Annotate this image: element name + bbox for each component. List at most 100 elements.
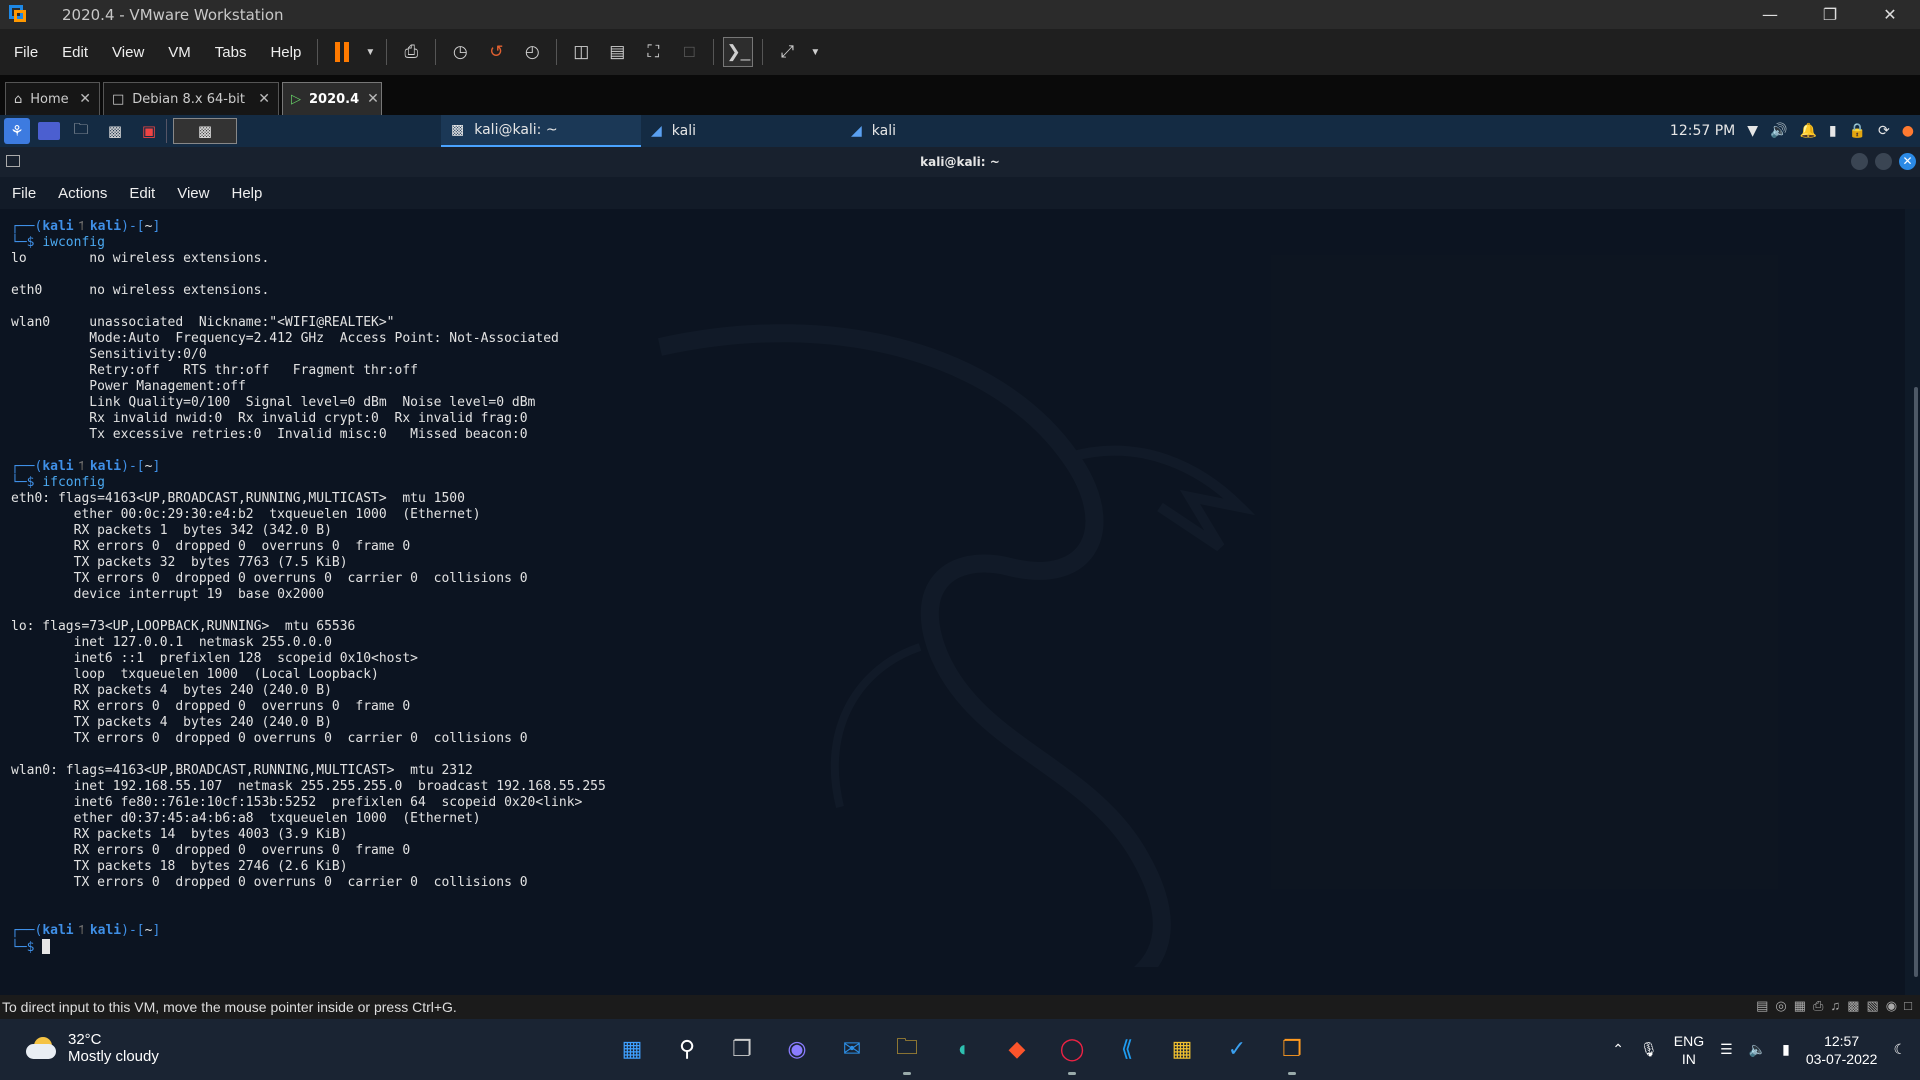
stretch-guest-icon[interactable]: ⤢ [772, 37, 802, 67]
tab-debian[interactable]: □ Debian 8.x 64-bit ✕ [103, 82, 279, 115]
lock-icon[interactable]: 🔒 [1849, 123, 1866, 139]
workspace-1[interactable]: ▩ [173, 118, 237, 144]
menu-file[interactable]: File [0, 44, 48, 61]
browser-launcher-icon[interactable]: ▣ [136, 118, 162, 144]
menu-edit[interactable]: Edit [48, 44, 98, 61]
close-tab-icon[interactable]: ✕ [79, 91, 91, 107]
console-view-icon[interactable]: ❯_ [723, 37, 754, 67]
tab-2020-4[interactable]: ▷ 2020.4 ✕ [282, 82, 382, 115]
input-language[interactable]: ENG IN [1674, 1032, 1704, 1068]
store-icon[interactable]: ▦ [1162, 1029, 1202, 1069]
menu-view[interactable]: View [98, 44, 154, 61]
kali-menu-icon[interactable]: ⚘ [4, 118, 30, 144]
file-manager-icon[interactable]: 🗀 [68, 118, 94, 144]
file-explorer-icon[interactable]: 🗀 [887, 1029, 927, 1075]
prompt-user: kali [42, 219, 74, 234]
cd-dvd-icon[interactable]: ◎ [1775, 998, 1786, 1014]
usb-device-icon[interactable]: ▩ [1847, 998, 1859, 1014]
terminal-cursor [42, 939, 51, 954]
logout-icon[interactable]: ⟳ [1878, 123, 1890, 139]
terminal-menu-file[interactable]: File [0, 185, 46, 202]
terminal-maximize-button[interactable] [1875, 153, 1892, 170]
network-icon[interactable]: ▼ [1747, 123, 1758, 139]
revert-snapshot-icon[interactable]: ↺ [481, 37, 511, 67]
battery-charging-icon[interactable]: ▮ [1782, 1041, 1790, 1058]
terminal-titlebar[interactable]: kali@kali: ~ ✕ [0, 147, 1920, 177]
vmware-status-bar: To direct input to this VM, move the mou… [0, 995, 1920, 1019]
toolbar-separator [317, 39, 319, 65]
terminal-launcher-icon[interactable]: ▩ [102, 118, 128, 144]
close-tab-icon[interactable]: ✕ [258, 91, 270, 107]
edge-icon[interactable]: ◖ [942, 1029, 982, 1069]
wifi-icon[interactable]: ☰ [1720, 1041, 1733, 1058]
send-ctrl-alt-del-icon[interactable]: ⎙ [396, 37, 426, 67]
show-hidden-icons-icon[interactable]: ⌃ [1612, 1041, 1624, 1058]
volume-icon[interactable]: 🔊 [1770, 123, 1787, 139]
show-library-icon[interactable]: ◫ [566, 37, 596, 67]
message-icon[interactable]: □ [1904, 998, 1912, 1014]
microphone-icon[interactable]: 🎙 [1640, 1041, 1658, 1058]
teams-chat-icon[interactable]: ◉ [777, 1029, 817, 1069]
thumbnail-bar-icon[interactable]: ▤ [602, 37, 632, 67]
command-ifconfig: ifconfig [42, 475, 105, 490]
vmware-icon[interactable]: ❐ [1272, 1029, 1312, 1075]
terminal-menu-edit[interactable]: Edit [117, 185, 165, 202]
tab-home[interactable]: ⌂ Home ✕ [5, 82, 100, 115]
speaker-icon[interactable]: 🔈 [1749, 1041, 1766, 1058]
mail-icon[interactable]: ✉ [832, 1029, 872, 1069]
brave-icon[interactable]: ◆ [997, 1029, 1037, 1069]
guest-desktop[interactable]: kali@kali: ~ ✕ File Actions Edit View He… [0, 147, 1920, 995]
terminal-scrollbar[interactable] [1910, 217, 1918, 987]
scrollbar-thumb[interactable] [1914, 387, 1918, 977]
menu-tabs[interactable]: Tabs [201, 44, 257, 61]
firefox-icon[interactable]: ● [1902, 123, 1914, 139]
restore-button[interactable]: ❐ [1800, 0, 1860, 29]
terminal-menu-help[interactable]: Help [219, 185, 272, 202]
terminal-menu-actions[interactable]: Actions [46, 185, 117, 202]
task-kali-1[interactable]: ◢ kali [641, 115, 841, 147]
hard-disk-icon[interactable]: ▤ [1756, 998, 1768, 1014]
network-adapter-icon[interactable]: ▦ [1794, 998, 1806, 1014]
minimize-button[interactable]: — [1740, 0, 1800, 29]
task-terminal[interactable]: ▩ kali@kali: ~ [441, 115, 641, 147]
task-kali-2[interactable]: ◢ kali [841, 115, 1041, 147]
printer-icon[interactable]: ⎙ [1813, 998, 1823, 1014]
terminal-window-controls: ✕ [1851, 153, 1916, 170]
panel-clock[interactable]: 12:57 PM [1670, 123, 1735, 139]
windows-start-icon[interactable]: ▦ [612, 1029, 652, 1069]
terminal-close-button[interactable]: ✕ [1899, 153, 1916, 170]
browser-icon[interactable]: ✓ [1217, 1029, 1257, 1069]
full-screen-icon[interactable]: ⛶ [638, 37, 668, 67]
display-icon[interactable]: ◉ [1886, 998, 1897, 1014]
pause-vm-button[interactable] [327, 37, 357, 67]
stretch-dropdown-icon[interactable]: ▼ [808, 37, 822, 67]
iwconfig-output: lo no wireless extensions. eth0 no wirel… [11, 251, 559, 442]
prompt-host: kali [89, 459, 122, 474]
terminal-minimize-button[interactable] [1851, 153, 1868, 170]
task-view-icon[interactable]: ❐ [722, 1029, 762, 1069]
weather-widget[interactable]: 32°C Mostly cloudy [26, 1031, 159, 1065]
menu-help[interactable]: Help [256, 44, 311, 61]
close-button[interactable]: ✕ [1860, 0, 1920, 29]
terminal-output[interactable]: ┌──(kali1️kali)-[~] └─$ iwconfig lo no w… [0, 209, 1905, 995]
system-clock[interactable]: 12:57 03-07-2022 [1806, 1032, 1878, 1068]
close-tab-icon[interactable]: ✕ [367, 91, 379, 107]
vscode-icon[interactable]: ⟪ [1107, 1029, 1147, 1069]
usb-controller-icon[interactable]: ▧ [1867, 998, 1879, 1014]
unity-icon[interactable]: □ [674, 37, 704, 67]
power-dropdown-icon[interactable]: ▼ [363, 37, 377, 67]
focus-assist-icon[interactable]: ☾ [1893, 1041, 1906, 1058]
snapshot-icon[interactable]: ◷ [445, 37, 475, 67]
menu-vm[interactable]: VM [154, 44, 201, 61]
show-desktop-icon[interactable] [38, 122, 60, 140]
notification-icon[interactable]: 🔔 [1799, 123, 1816, 139]
battery-icon[interactable]: ▮ [1829, 123, 1837, 139]
system-tray: ⌃ 🎙 ENG IN ☰ 🔈 ▮ 12:57 03-07-2022 ☾ [1612, 1019, 1920, 1080]
prompt-host: kali [89, 923, 122, 938]
terminal-menu-view[interactable]: View [165, 185, 219, 202]
sound-card-icon[interactable]: ♫ [1830, 998, 1840, 1014]
chrome-icon[interactable]: ◯ [1052, 1029, 1092, 1075]
search-icon[interactable]: ⚲ [667, 1029, 707, 1069]
snapshot-manager-icon[interactable]: ◴ [517, 37, 547, 67]
vmware-menubar: File Edit View VM Tabs Help ▼ ⎙ ◷ ↺ ◴ ◫ … [0, 29, 1920, 75]
